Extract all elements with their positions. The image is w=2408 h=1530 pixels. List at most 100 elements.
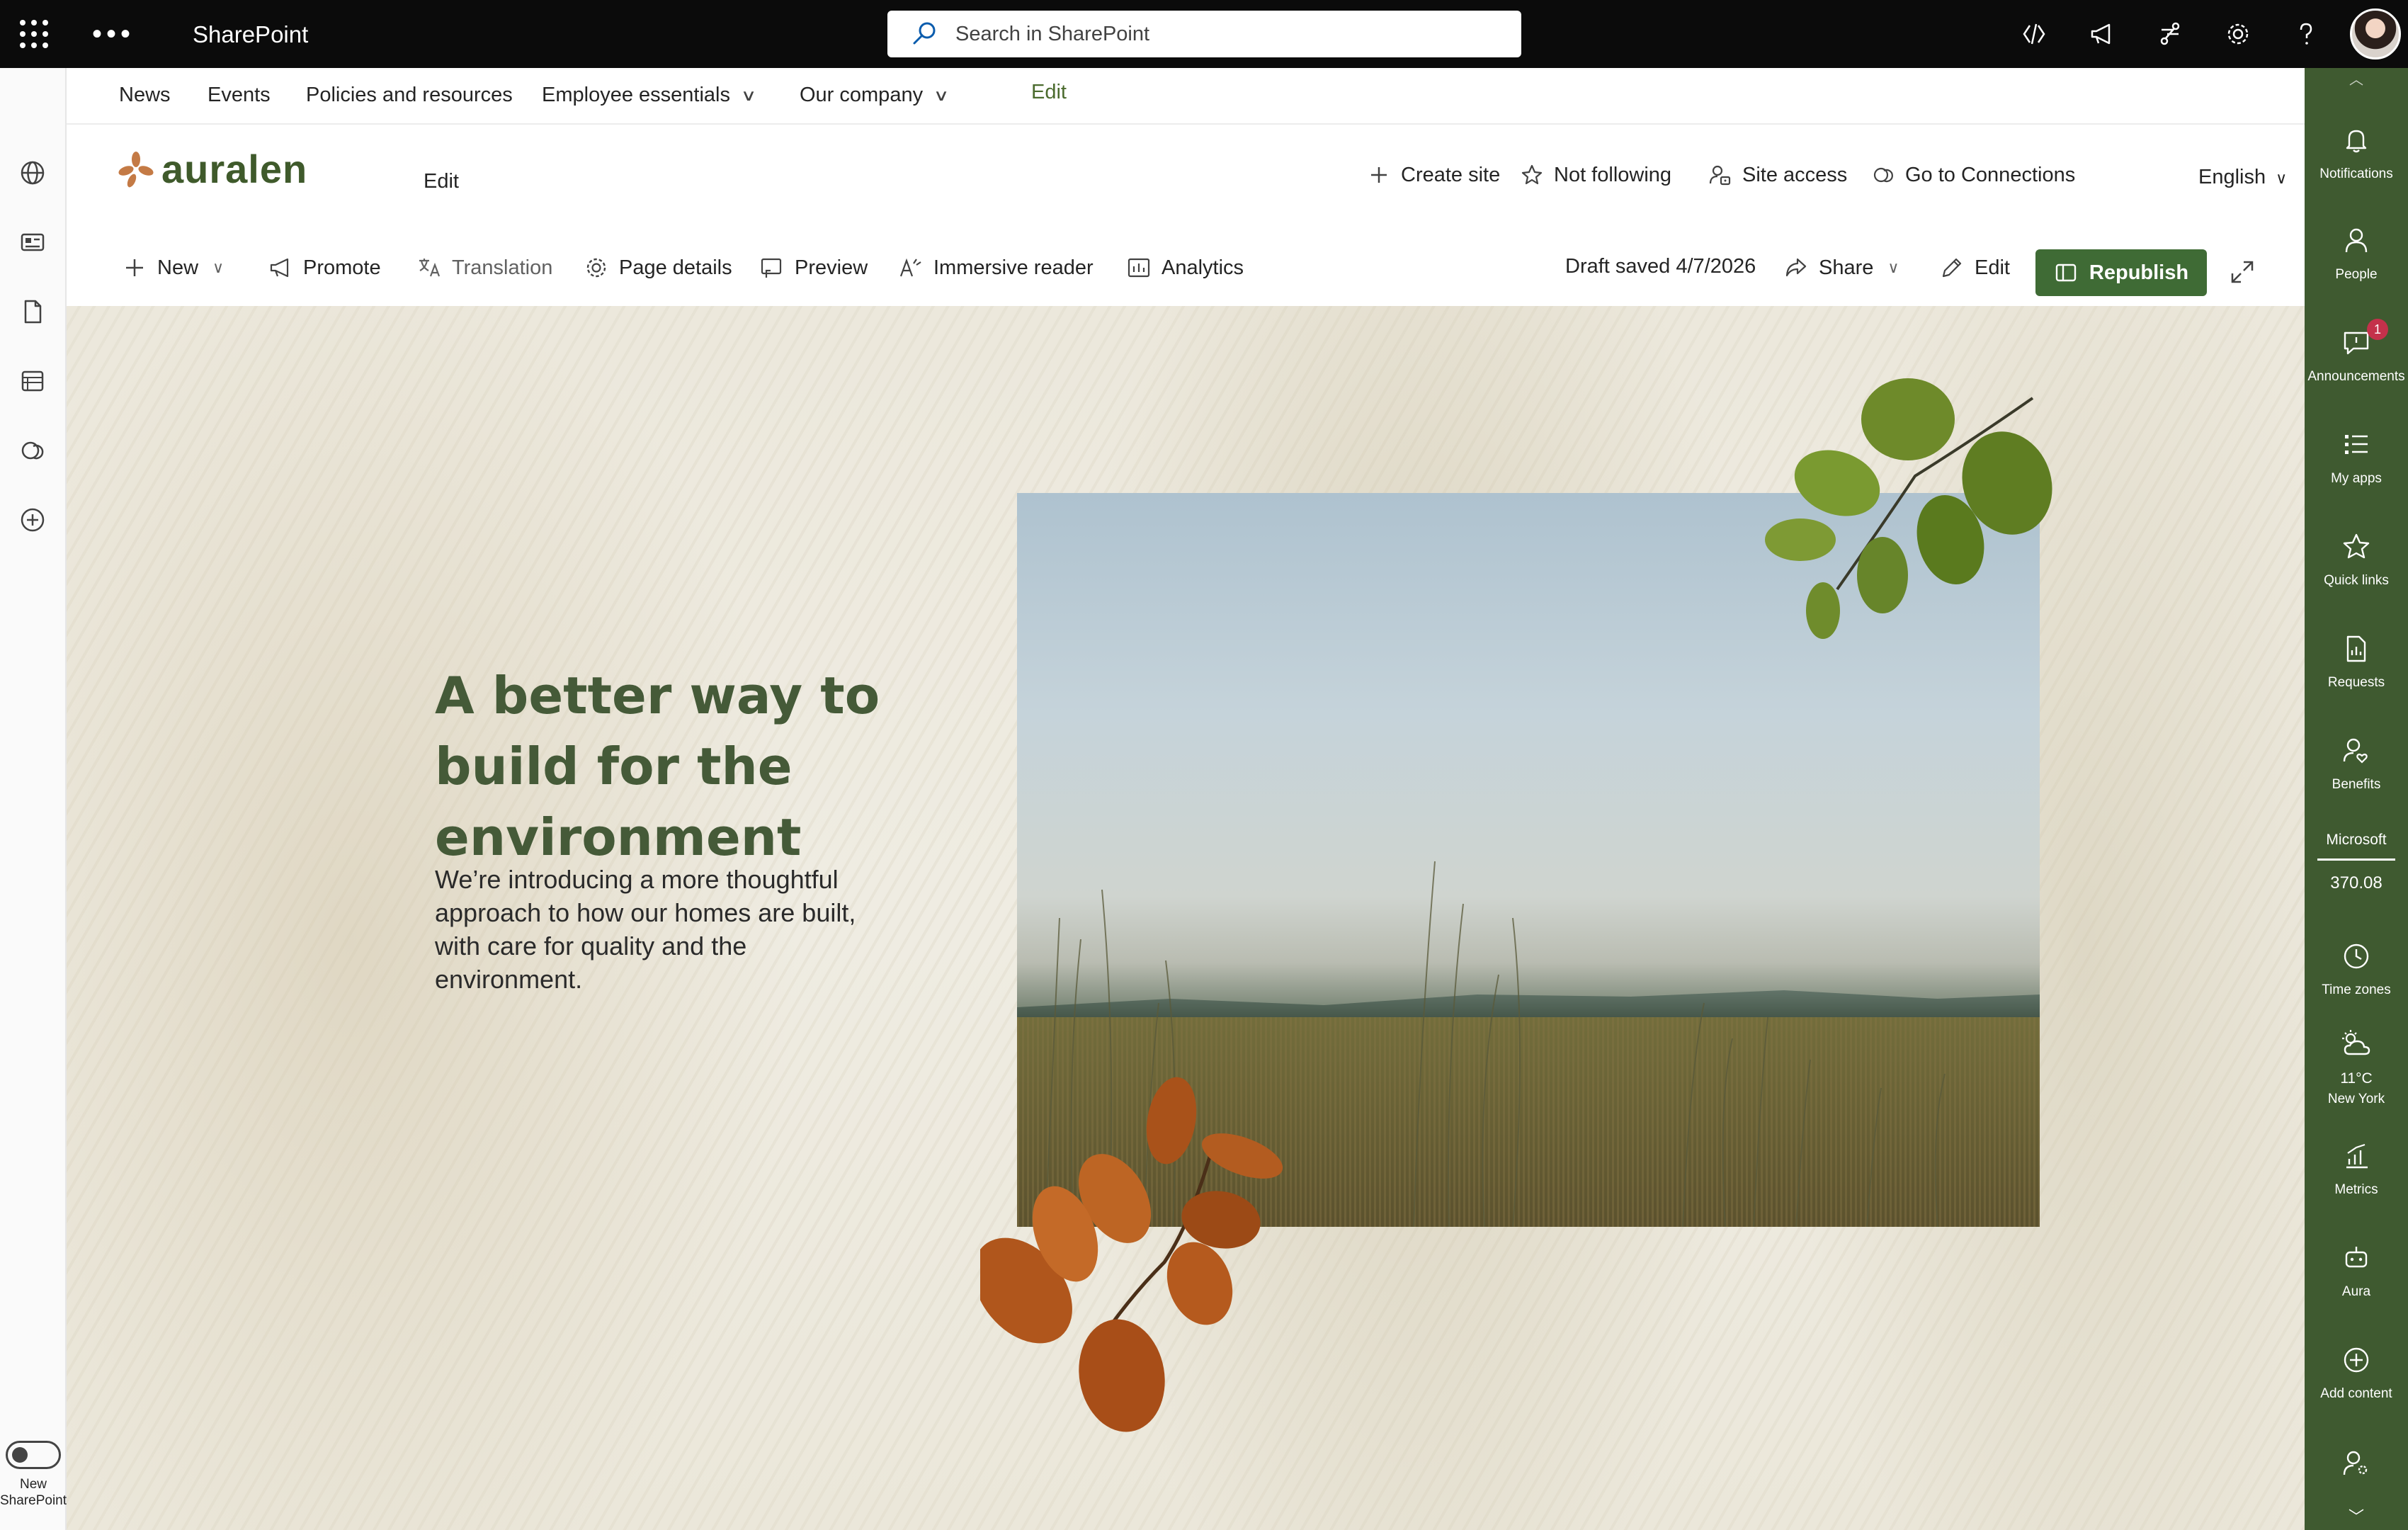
help-icon[interactable] xyxy=(2289,17,2323,51)
hub-nav-events[interactable]: Events xyxy=(208,84,271,107)
new-button[interactable]: New ∨ xyxy=(122,255,224,280)
promote-label: Promote xyxy=(303,256,381,279)
rail-people-label: People xyxy=(2335,267,2378,282)
rail-metrics[interactable]: Metrics xyxy=(2305,1140,2408,1198)
immersive-reader-label: Immersive reader xyxy=(933,256,1094,279)
preview-button[interactable]: Preview xyxy=(759,255,868,280)
avatar[interactable] xyxy=(2350,8,2401,60)
immersive-reader-icon xyxy=(899,258,921,277)
person-icon xyxy=(2345,228,2368,253)
partly-cloudy-icon xyxy=(2342,1030,2370,1055)
hub-nav-our-company[interactable]: Our company ∨ xyxy=(800,84,949,107)
chevron-down-icon[interactable]: ﹀ xyxy=(2305,1504,2408,1527)
gear-icon xyxy=(586,258,606,278)
edit-label: Edit xyxy=(1975,256,2010,279)
go-to-connections-label: Go to Connections xyxy=(1905,163,2076,186)
search-icon xyxy=(913,22,936,45)
hub-nav-our-company-label: Our company xyxy=(800,84,924,106)
new-label: New xyxy=(157,256,199,279)
new-sharepoint-toggle[interactable] xyxy=(6,1441,61,1469)
translation-button[interactable]: Translation xyxy=(416,255,552,280)
analytics-label: Analytics xyxy=(1162,256,1244,279)
language-selector[interactable]: English ∨ xyxy=(2198,166,2287,189)
rail-quick-links[interactable]: Quick links xyxy=(2305,531,2408,589)
news-icon[interactable] xyxy=(16,225,50,259)
star-icon xyxy=(2343,533,2370,559)
rail-aura-label: Aura xyxy=(2341,1284,2371,1299)
expand-icon[interactable] xyxy=(2228,258,2256,286)
globe-icon[interactable] xyxy=(16,156,50,190)
weather-temp: 11°C xyxy=(2340,1070,2373,1087)
stock-value: 370.08 xyxy=(2330,873,2383,892)
pencil-icon xyxy=(1942,258,1962,278)
clock-icon xyxy=(2344,944,2369,969)
list-icon[interactable] xyxy=(16,364,50,398)
translate-icon xyxy=(419,259,441,277)
go-to-connections-button[interactable]: Go to Connections xyxy=(1871,163,2075,187)
add-circle-icon xyxy=(2344,1347,2369,1373)
hub-nav-policies[interactable]: Policies and resources xyxy=(306,84,513,107)
settings-icon[interactable] xyxy=(2221,17,2255,51)
rail-requests[interactable]: Requests xyxy=(2305,633,2408,691)
rail-time-zones-label: Time zones xyxy=(2322,982,2391,997)
site-access-button[interactable]: Site access xyxy=(1708,163,1847,187)
rail-announcements[interactable]: 1 Announcements xyxy=(2305,319,2408,385)
loop-icon[interactable] xyxy=(16,434,50,468)
weather-city: New York xyxy=(2327,1092,2385,1106)
republish-label: Republish xyxy=(2089,261,2189,284)
create-site-button[interactable]: Create site xyxy=(1367,163,1500,187)
code-icon[interactable] xyxy=(2017,17,2051,51)
hub-nav-news[interactable]: News xyxy=(119,84,171,107)
search-placeholder: Search in SharePoint xyxy=(955,22,1150,45)
rail-people[interactable]: People xyxy=(2305,225,2408,283)
rail-my-apps[interactable]: My apps xyxy=(2305,429,2408,487)
plus-icon xyxy=(126,259,143,276)
republish-button[interactable]: Republish xyxy=(2035,249,2207,296)
rail-time-zones[interactable]: Time zones xyxy=(2305,941,2408,998)
rail-aura[interactable]: Aura xyxy=(2305,1242,2408,1300)
command-bar: New ∨ Promote Translation Page details P… xyxy=(67,234,2305,305)
megaphone-icon[interactable] xyxy=(2085,17,2119,51)
more-icon[interactable]: ••• xyxy=(92,18,135,50)
auralen-logo-icon xyxy=(118,151,154,187)
star-icon xyxy=(1521,164,1543,185)
draft-status: Draft saved 4/7/2026 xyxy=(1565,255,1756,278)
rail-stock-widget[interactable]: Microsoft 370.08 xyxy=(2305,832,2408,893)
app-name[interactable]: SharePoint xyxy=(193,21,308,48)
page-details-button[interactable]: Page details xyxy=(584,255,732,280)
apps-list-icon xyxy=(2345,435,2368,454)
rail-notifications[interactable]: Notifications xyxy=(2305,125,2408,182)
hub-nav-employee-essentials[interactable]: Employee essentials ∨ xyxy=(542,84,757,107)
promote-button[interactable]: Promote xyxy=(268,255,381,280)
analytics-button[interactable]: Analytics xyxy=(1126,255,1244,280)
share-icon xyxy=(1785,258,1807,277)
green-leaf-decoration xyxy=(1765,378,2052,639)
document-icon[interactable] xyxy=(16,295,50,329)
book-icon xyxy=(2055,264,2077,282)
app-launcher-icon[interactable] xyxy=(20,20,48,48)
chevron-down-icon: ∨ xyxy=(212,259,225,276)
language-label: English xyxy=(2198,166,2266,188)
chevron-down-icon: ∨ xyxy=(740,86,757,104)
rail-requests-label: Requests xyxy=(2327,675,2385,690)
plus-icon xyxy=(1371,167,1387,183)
rail-add-content[interactable]: Add content xyxy=(2305,1344,2408,1402)
search-input[interactable]: Search in SharePoint xyxy=(887,11,1521,57)
follow-button[interactable]: Not following xyxy=(1520,163,1671,187)
hub-nav-edit-link[interactable]: Edit xyxy=(1031,81,1067,104)
site-edit-button[interactable]: Edit xyxy=(424,170,459,193)
connections-icon xyxy=(1873,167,1893,183)
chevron-up-icon[interactable]: ︿ xyxy=(2305,68,2408,89)
edit-button[interactable]: Edit xyxy=(1939,255,2010,280)
share-button[interactable]: Share ∨ xyxy=(1783,255,1899,280)
rail-notifications-label: Notifications xyxy=(2319,166,2393,181)
rail-quick-links-label: Quick links xyxy=(2324,573,2389,588)
rail-person-settings[interactable] xyxy=(2305,1448,2408,1483)
share-icon[interactable] xyxy=(2153,17,2187,51)
site-logo[interactable]: auralen xyxy=(116,146,307,192)
immersive-reader-button[interactable]: Immersive reader xyxy=(898,255,1094,280)
chevron-down-icon: ∨ xyxy=(1887,259,1899,276)
rail-weather[interactable]: 11°C New York xyxy=(2305,1027,2408,1107)
add-circle-icon[interactable] xyxy=(16,503,50,537)
rail-benefits[interactable]: Benefits xyxy=(2305,735,2408,793)
